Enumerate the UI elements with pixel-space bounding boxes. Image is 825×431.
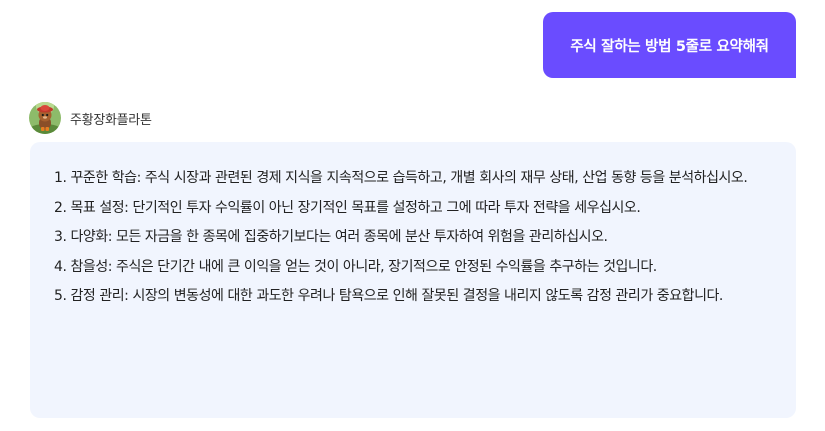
answer-line-4: 4. 참을성: 주식은 단기간 내에 큰 이익을 얻는 것이 아니라, 장기적으… xyxy=(54,258,657,275)
user-message-bubble: 주식 잘하는 방법 5줄로 요약해줘 xyxy=(543,12,796,78)
answer-line-5: 5. 감정 관리: 시장의 변동성에 대한 과도한 우려나 탐욕으로 인해 잘못… xyxy=(54,288,723,304)
chat-area: 주식 잘하는 방법 5줄로 요약해줘 주황장화플라톤 1. 꾸준한 학습: 주식… xyxy=(0,0,825,431)
answer-line-3: 3. 다양화: 모든 자금을 한 종목에 집중하기보다는 여러 종목에 분산 투… xyxy=(54,229,608,245)
user-message-text: 주식 잘하는 방법 5줄로 요약해줘 xyxy=(570,38,769,55)
bot-name: 주황장화플라톤 xyxy=(70,112,152,128)
bot-header: 주황장화플라톤 xyxy=(29,102,152,134)
bot-answer-bubble: 1. 꾸준한 학습: 주식 시장과 관련된 경제 지식을 지속적으로 습득하고,… xyxy=(30,142,796,418)
answer-line-1: 1. 꾸준한 학습: 주식 시장과 관련된 경제 지식을 지속적으로 습득하고,… xyxy=(54,170,748,186)
answer-line-2: 2. 목표 설정: 단기적인 투자 수익률이 아닌 장기적인 목표를 설정하고 … xyxy=(54,199,641,216)
cartoon-animal-avatar-icon[interactable] xyxy=(29,102,61,134)
